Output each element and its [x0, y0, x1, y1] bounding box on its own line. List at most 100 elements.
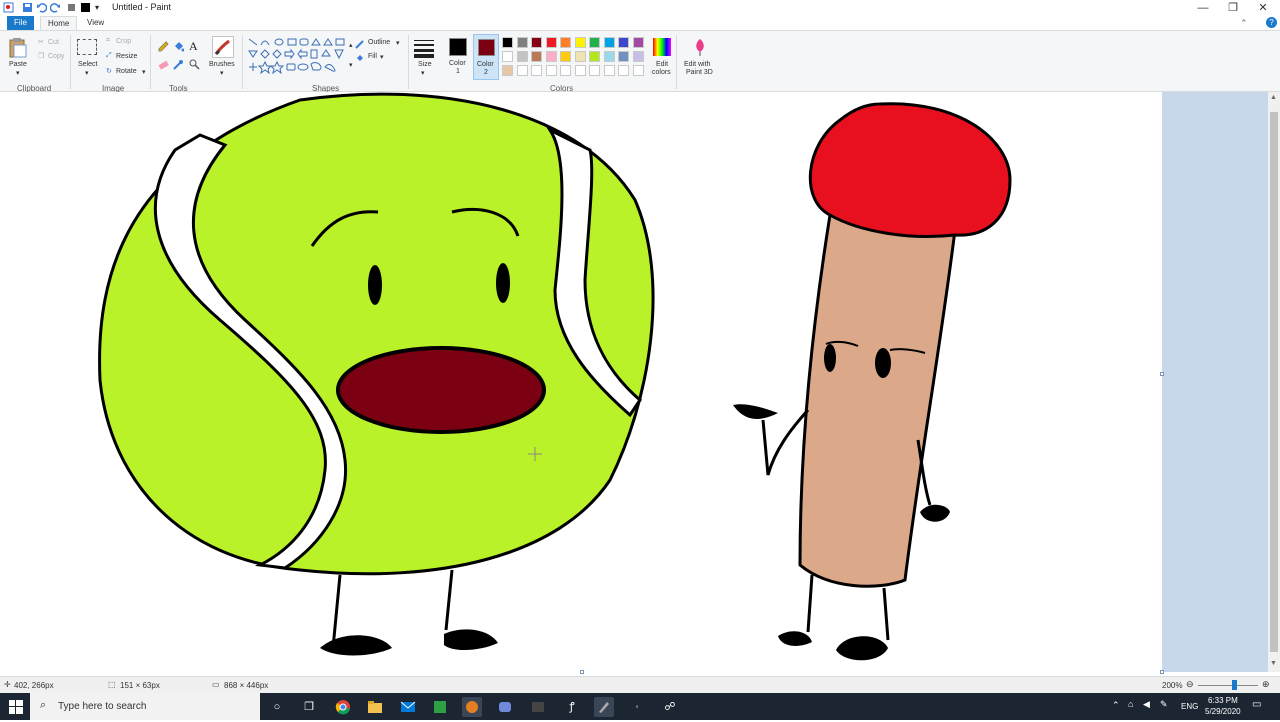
- app-orange-icon[interactable]: [462, 697, 482, 717]
- palette-swatch[interactable]: [502, 51, 513, 62]
- tab-home[interactable]: Home: [40, 16, 78, 30]
- edit-with-paint3d-label-2[interactable]: Paint 3D: [686, 69, 713, 76]
- rotate-dropdown-icon[interactable]: ▾: [142, 68, 146, 76]
- zoom-slider-thumb[interactable]: [1232, 680, 1237, 690]
- canvas-resize-handle-corner[interactable]: [1160, 670, 1164, 674]
- copy-button[interactable]: Copy: [48, 53, 64, 60]
- edit-colors-label[interactable]: Edit: [656, 61, 668, 68]
- shapes-scroll-up-icon[interactable]: ▴: [349, 41, 353, 49]
- color-picker-icon[interactable]: [173, 59, 184, 72]
- clock-date[interactable]: 5/29/2020: [1205, 707, 1241, 716]
- zoom-slider[interactable]: [1198, 685, 1258, 686]
- brushes-button[interactable]: Brushes: [209, 61, 235, 68]
- scroll-up-icon[interactable]: ▲: [1270, 94, 1277, 101]
- edit-with-paint3d-label[interactable]: Edit with: [684, 61, 710, 68]
- palette-swatch[interactable]: [618, 37, 629, 48]
- save-icon[interactable]: [22, 2, 33, 13]
- mail-icon[interactable]: [398, 697, 418, 717]
- palette-swatch[interactable]: [516, 51, 528, 62]
- palette-swatch[interactable]: [603, 65, 615, 76]
- fill-bucket-icon[interactable]: [173, 41, 185, 54]
- palette-swatch[interactable]: [516, 65, 528, 76]
- palette-swatch[interactable]: [589, 51, 600, 62]
- outline-dropdown-arrow-icon[interactable]: ▾: [396, 39, 400, 47]
- select-icon[interactable]: [77, 39, 97, 55]
- app-green-icon[interactable]: [430, 697, 450, 717]
- palette-swatch[interactable]: [589, 37, 600, 48]
- chrome-icon[interactable]: [333, 697, 353, 717]
- palette-swatch[interactable]: [632, 51, 644, 62]
- shapes-more-icon[interactable]: ▾: [349, 61, 353, 69]
- redo-icon[interactable]: [49, 2, 61, 13]
- task-view-icon[interactable]: ❐: [299, 697, 319, 717]
- palette-swatch[interactable]: [545, 51, 557, 62]
- zoom-in-button[interactable]: ⊕: [1262, 679, 1270, 690]
- palette-swatch[interactable]: [531, 37, 542, 48]
- shapes-gallery[interactable]: [247, 37, 347, 75]
- tray-chevron-icon[interactable]: ⌃: [1112, 700, 1120, 711]
- palette-swatch[interactable]: [560, 37, 571, 48]
- undo-icon[interactable]: [36, 2, 48, 13]
- minimize-button[interactable]: —: [1188, 0, 1218, 16]
- palette-swatch[interactable]: [618, 51, 629, 62]
- network-icon[interactable]: ⌂: [1128, 699, 1133, 709]
- palette-swatch[interactable]: [545, 37, 557, 48]
- tab-view[interactable]: View: [80, 16, 111, 30]
- palette-swatch[interactable]: [603, 51, 615, 62]
- palette-swatch[interactable]: [502, 65, 513, 76]
- fill-dropdown[interactable]: Fill: [368, 53, 377, 60]
- app-cat-icon[interactable]: ☍: [660, 697, 680, 717]
- palette-swatch[interactable]: [574, 65, 586, 76]
- drawing-canvas[interactable]: [0, 92, 1162, 672]
- palette-swatch[interactable]: [574, 51, 586, 62]
- magnifier-icon[interactable]: [189, 59, 200, 72]
- clock-time[interactable]: 6:33 PM: [1208, 696, 1238, 705]
- taskbar-search[interactable]: ⌕ Type here to search: [30, 693, 260, 720]
- notifications-icon[interactable]: ▭: [1252, 699, 1261, 710]
- size-dropdown-icon[interactable]: ▾: [421, 69, 425, 77]
- palette-swatch[interactable]: [545, 65, 557, 76]
- tab-file[interactable]: File: [7, 16, 34, 30]
- palette-swatch[interactable]: [516, 37, 528, 48]
- paint-taskbar-icon[interactable]: [594, 697, 614, 717]
- palette-swatch[interactable]: [632, 37, 644, 48]
- eraser-icon[interactable]: [158, 59, 169, 72]
- text-tool-icon[interactable]: A: [189, 39, 198, 54]
- color2-button[interactable]: Color 2: [473, 34, 499, 80]
- palette-swatch[interactable]: [560, 51, 571, 62]
- palette-swatch[interactable]: [589, 65, 600, 76]
- palette-swatch[interactable]: [502, 37, 513, 48]
- palette-swatch[interactable]: [560, 65, 571, 76]
- palette-swatch[interactable]: [618, 65, 629, 76]
- language-indicator[interactable]: ENG: [1181, 702, 1198, 711]
- outline-dropdown[interactable]: Outline: [368, 39, 390, 46]
- paste-button[interactable]: Paste: [9, 61, 27, 68]
- zoom-out-button[interactable]: ⊖: [1186, 679, 1194, 690]
- size-button[interactable]: Size: [418, 61, 432, 68]
- paste-icon[interactable]: [8, 37, 28, 59]
- customize-quick-access-icon[interactable]: [66, 2, 77, 13]
- size-icon[interactable]: [414, 38, 434, 60]
- close-button[interactable]: ✕: [1248, 0, 1278, 16]
- app-small-icon[interactable]: ◦: [627, 697, 647, 717]
- cut-button[interactable]: Cut: [48, 39, 59, 46]
- maximize-button[interactable]: ❐: [1218, 0, 1248, 16]
- color1-button[interactable]: Color 1: [445, 34, 471, 80]
- select-dropdown-icon[interactable]: ▾: [85, 69, 89, 77]
- palette-swatch[interactable]: [574, 37, 586, 48]
- edit-colors-icon[interactable]: [652, 37, 672, 57]
- palette-swatch[interactable]: [632, 65, 644, 76]
- brushes-dropdown-icon[interactable]: ▾: [220, 69, 224, 77]
- help-icon[interactable]: ?: [1266, 17, 1277, 28]
- fill-dropdown-arrow-icon[interactable]: ▾: [380, 53, 384, 61]
- app-terminal-icon[interactable]: [528, 697, 548, 717]
- color-quick-icon[interactable]: [80, 2, 91, 13]
- pen-icon[interactable]: ✎: [1160, 699, 1168, 710]
- pencil-icon[interactable]: [158, 41, 169, 54]
- scroll-down-icon[interactable]: ▼: [1270, 660, 1277, 667]
- vertical-scrollbar[interactable]: ▲ ▼: [1268, 92, 1280, 672]
- canvas-resize-handle-right[interactable]: [1160, 372, 1164, 376]
- brushes-icon[interactable]: [212, 36, 234, 58]
- edit-colors-label-2[interactable]: colors: [652, 69, 671, 76]
- quick-access-dropdown-icon[interactable]: ▾: [95, 2, 106, 13]
